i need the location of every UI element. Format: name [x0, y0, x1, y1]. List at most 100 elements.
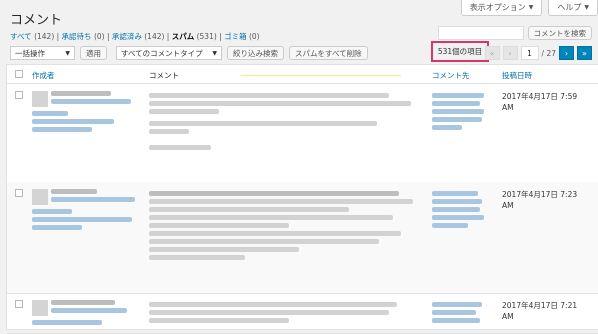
prev-page-button[interactable]: ‹: [502, 46, 518, 60]
author-name: [51, 91, 111, 96]
avatar: [32, 300, 48, 316]
column-date[interactable]: 投稿日時: [502, 71, 532, 80]
comment-type-select[interactable]: すべてのコメントタイプ ▼: [116, 46, 222, 60]
screen-options-button[interactable]: 表示オプション ▼: [460, 0, 543, 16]
caret-down-icon: ▼: [584, 4, 589, 11]
author-ip[interactable]: [32, 127, 92, 132]
screen-options-label: 表示オプション: [469, 3, 526, 12]
screen-meta-links: 表示オプション ▼ ヘルプ ▼: [460, 0, 598, 16]
response-link[interactable]: [432, 223, 468, 228]
response-link[interactable]: [432, 191, 478, 196]
column-response[interactable]: コメント先: [432, 71, 470, 80]
comment-text: [149, 302, 397, 307]
comment-text: [149, 255, 245, 260]
comment-text: [149, 247, 299, 252]
comment-text: [149, 101, 411, 106]
response-link[interactable]: [432, 101, 480, 106]
next-page-button[interactable]: ›: [559, 46, 574, 60]
help-button[interactable]: ヘルプ ▼: [548, 0, 598, 16]
comment-text: [149, 318, 289, 323]
author-link[interactable]: [51, 308, 127, 313]
comment-text: [149, 231, 401, 236]
response-link[interactable]: [432, 117, 482, 122]
comment-type-value: すべてのコメントタイプ: [121, 48, 203, 58]
first-page-button[interactable]: «: [484, 46, 500, 60]
current-page-input[interactable]: 1: [520, 46, 539, 60]
comment-text: [149, 109, 219, 114]
comment-text: [149, 239, 379, 244]
author-link[interactable]: [32, 209, 72, 214]
date-text: 2017年4月17日 7:23: [502, 190, 578, 199]
comment-text: [149, 199, 413, 204]
date-suffix: AM: [502, 201, 514, 210]
search-comments-button[interactable]: コメントを検索: [527, 26, 592, 40]
total-pages: / 27: [541, 48, 556, 58]
row-checkbox[interactable]: [15, 300, 23, 308]
delete-all-spam-button[interactable]: スパムをすべて削除: [289, 46, 368, 60]
comment-text: [149, 223, 289, 228]
date-suffix: AM: [502, 103, 514, 112]
author-name: [51, 189, 97, 194]
filter-all-count: (142): [34, 32, 55, 41]
row-checkbox[interactable]: [15, 189, 23, 197]
search-input[interactable]: [437, 26, 524, 40]
author-link[interactable]: [51, 99, 131, 104]
response-link[interactable]: [432, 310, 476, 315]
tablenav-top: 一括操作 ▼ 適用 すべてのコメントタイプ ▼ 絞り込み検索 スパムをすべて削除: [10, 46, 368, 60]
items-count: 531個の項目: [431, 41, 489, 62]
author-email[interactable]: [32, 320, 102, 325]
select-all-checkbox[interactable]: [15, 70, 23, 78]
filter-spam[interactable]: スパム: [172, 32, 195, 41]
comment-text: [149, 207, 349, 212]
highlight-line: [241, 75, 401, 76]
filter-pending[interactable]: 承認待ち: [62, 32, 92, 41]
last-page-button[interactable]: »: [577, 46, 592, 60]
column-comment: コメント: [149, 71, 179, 80]
filter-approved-count: (142): [144, 32, 165, 41]
response-link[interactable]: [432, 302, 482, 307]
comment-text: [149, 215, 393, 220]
response-link[interactable]: [432, 109, 484, 114]
chevron-down-icon: ▼: [212, 49, 217, 57]
filter-all[interactable]: すべて: [10, 32, 32, 41]
comment-text: [149, 145, 211, 150]
table-row: 2017年4月17日 7:23 AM: [7, 182, 598, 294]
bulk-action-value: 一括操作: [15, 48, 45, 58]
author-ip[interactable]: [32, 225, 82, 230]
comment-text: [149, 310, 389, 315]
filter-button[interactable]: 絞り込み検索: [227, 46, 284, 60]
author-email[interactable]: [32, 119, 114, 124]
filter-pending-count: (0): [93, 32, 105, 41]
caret-down-icon: ▼: [528, 4, 534, 11]
response-link[interactable]: [432, 93, 484, 98]
filter-trash-count: (0): [248, 32, 260, 41]
bulk-action-select[interactable]: 一括操作 ▼: [10, 46, 75, 60]
author-email[interactable]: [32, 217, 132, 222]
date-text: 2017年4月17日 7:59: [502, 92, 578, 101]
response-link[interactable]: [432, 318, 480, 323]
response-link[interactable]: [432, 199, 482, 204]
pagination: « ‹ 1 / 27 › »: [484, 46, 592, 60]
date-suffix: AM: [502, 312, 514, 321]
page-title: コメント: [10, 13, 63, 28]
comment-text: [149, 129, 189, 134]
filter-trash[interactable]: ゴミ箱: [224, 32, 247, 41]
author-link[interactable]: [32, 111, 68, 116]
row-date: 2017年4月17日 7:21 AM: [502, 300, 577, 322]
filter-spam-count: (531): [196, 32, 217, 41]
table-row: 2017年4月17日 7:21 AM: [7, 293, 598, 334]
table-row: 2017年4月17日 7:59 AM: [7, 84, 598, 183]
response-link[interactable]: [432, 125, 462, 130]
author-link[interactable]: [51, 197, 135, 202]
response-link[interactable]: [432, 207, 480, 212]
apply-button[interactable]: 適用: [80, 46, 107, 60]
comments-table: 作成者 コメント コメント先 投稿日時 2017年4月17日 7:59 AM 2…: [6, 64, 598, 334]
author-name: [51, 300, 115, 305]
column-author[interactable]: 作成者: [32, 71, 55, 80]
filter-approved[interactable]: 承認済み: [112, 32, 142, 41]
comment-search: コメントを検索: [437, 26, 592, 40]
row-checkbox[interactable]: [15, 91, 23, 99]
chevron-down-icon: ▼: [65, 49, 70, 57]
avatar: [32, 91, 48, 107]
response-link[interactable]: [432, 215, 484, 220]
